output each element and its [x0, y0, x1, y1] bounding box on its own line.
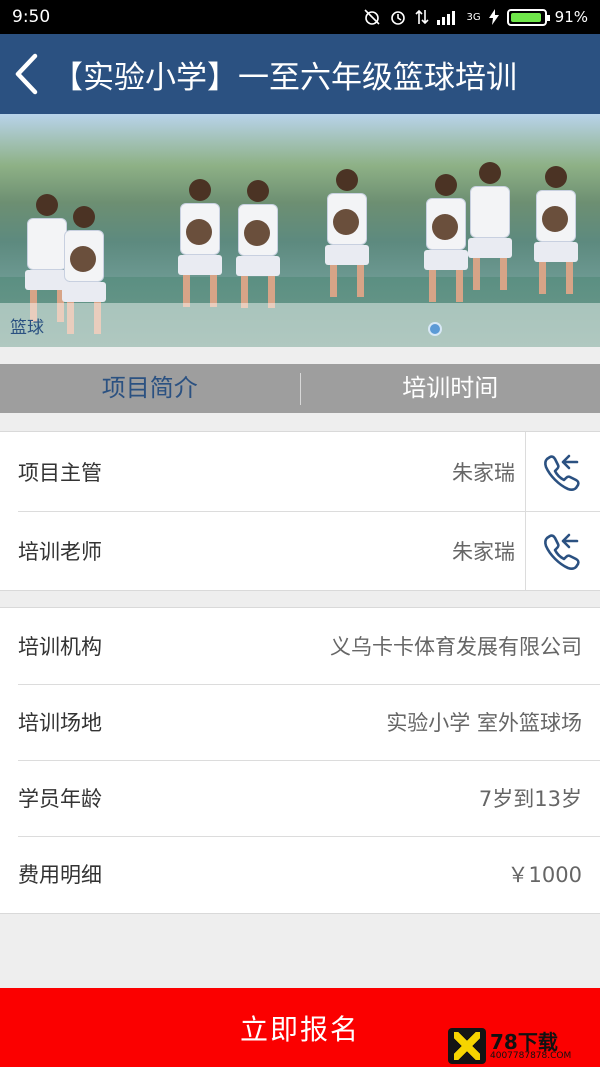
watermark-text: 78下载 4007787878.COM	[490, 1032, 571, 1061]
page-title: 【实验小学】一至六年级篮球培训	[52, 59, 517, 96]
row-value: ￥1000	[507, 863, 582, 887]
network-type: 3G	[466, 11, 481, 23]
charging-icon	[488, 9, 499, 25]
back-button[interactable]	[0, 34, 52, 114]
tab-training-time[interactable]: 培训时间	[301, 364, 600, 413]
back-arrow-icon	[15, 53, 38, 95]
row-value: 朱家瑞	[452, 539, 515, 564]
carousel-indicator-dot[interactable]	[428, 322, 442, 336]
tab-project-intro[interactable]: 项目简介	[0, 364, 300, 413]
detail-row-fee: 费用明细 ￥1000	[0, 836, 600, 912]
watermark-logo-icon	[448, 1028, 486, 1064]
row-value: 朱家瑞	[452, 460, 515, 485]
row-value: 义乌卡卡体育发展有限公司	[330, 635, 582, 659]
phone-call-icon	[544, 533, 580, 570]
phone-call-icon	[544, 454, 580, 491]
watermark: 78下载 4007787878.COM	[448, 1027, 596, 1065]
banner-caption: 篮球	[10, 317, 44, 338]
row-label: 培训机构	[18, 635, 102, 659]
call-teacher-button[interactable]	[525, 511, 600, 590]
details-card: 培训机构 义乌卡卡体育发展有限公司 培训场地 实验小学 室外篮球场 学员年龄 7…	[0, 607, 600, 914]
row-value: 7岁到13岁	[478, 787, 582, 811]
player-figure	[468, 162, 512, 290]
status-time: 9:50	[12, 7, 51, 27]
banner-carousel[interactable]: 篮球	[0, 114, 600, 347]
row-label: 培训场地	[18, 711, 102, 735]
data-transfer-icon	[414, 9, 429, 25]
player-figure	[178, 179, 222, 307]
player-figure	[325, 169, 369, 297]
watermark-title: 78下载	[490, 1029, 558, 1054]
row-label: 培训老师	[18, 539, 102, 564]
battery-percent: 91%	[554, 8, 588, 26]
player-figure	[424, 174, 468, 302]
status-bar: 9:50 3G 91%	[0, 0, 600, 34]
row-label: 项目主管	[18, 460, 102, 485]
detail-row-institution: 培训机构 义乌卡卡体育发展有限公司	[0, 608, 600, 684]
detail-row-age: 学员年龄 7岁到13岁	[0, 760, 600, 836]
row-label: 学员年龄	[18, 787, 102, 811]
detail-row-venue: 培训场地 实验小学 室外篮球场	[0, 684, 600, 760]
watermark-url: 4007787878.COM	[490, 1050, 572, 1061]
alarm-off-icon	[363, 9, 380, 25]
alarm-icon	[390, 11, 405, 25]
status-icons: 3G 91%	[363, 8, 588, 26]
tab-bar: 项目简介 培训时间	[0, 364, 600, 413]
contact-row-teacher: 培训老师 朱家瑞	[0, 511, 600, 590]
player-figure	[236, 180, 280, 308]
row-value: 实验小学 室外篮球场	[386, 711, 582, 735]
enroll-button-label: 立即报名	[239, 1012, 360, 1046]
contact-row-supervisor: 项目主管 朱家瑞	[0, 432, 600, 511]
battery-icon	[506, 8, 550, 26]
app-bar: 【实验小学】一至六年级篮球培训	[0, 34, 600, 114]
signal-icon	[436, 11, 455, 25]
row-label: 费用明细	[18, 863, 102, 887]
call-supervisor-button[interactable]	[525, 432, 600, 511]
player-figure	[534, 166, 578, 294]
contacts-card: 项目主管 朱家瑞 培训老师 朱家瑞	[0, 431, 600, 591]
banner-caption-bar: 篮球	[0, 303, 600, 347]
